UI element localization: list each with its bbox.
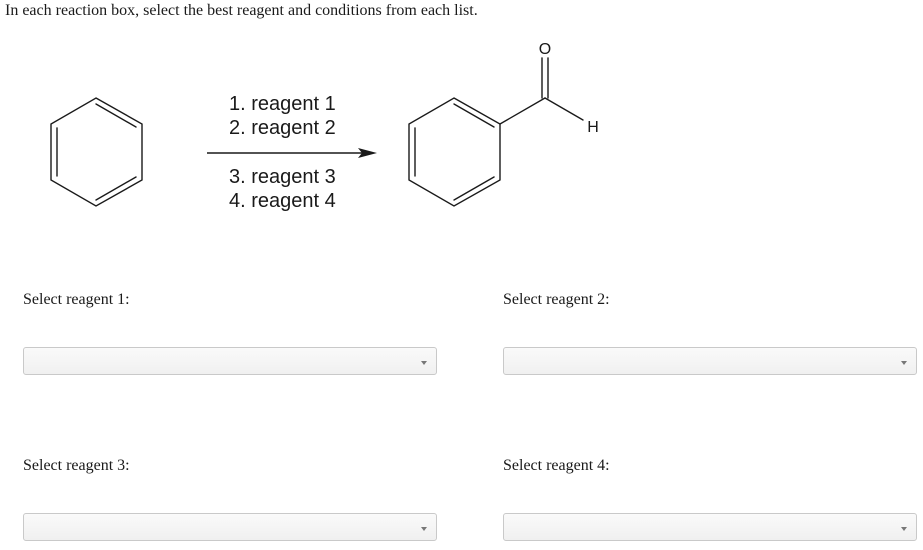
reagent-1-label: Select reagent 1: <box>23 291 130 308</box>
benzaldehyde-structure <box>408 57 584 207</box>
reagent-step-4: 4. reagent 4 <box>229 190 336 212</box>
chevron-down-icon <box>421 361 427 365</box>
benzene-structure <box>50 97 143 207</box>
reagent-2-select[interactable] <box>503 347 917 375</box>
reagent-3-select[interactable] <box>23 513 437 541</box>
reaction-arrow <box>207 148 377 158</box>
reagent-1-select[interactable] <box>23 347 437 375</box>
reagent-3-label: Select reagent 3: <box>23 457 130 474</box>
aldehyde-hydrogen-label: H <box>587 119 599 136</box>
reagent-4-select[interactable] <box>503 513 917 541</box>
chevron-down-icon <box>901 361 907 365</box>
reagent-4-label: Select reagent 4: <box>503 457 610 474</box>
reaction-scheme: 1. reagent 1 2. reagent 2 3. reagent 3 4… <box>50 41 599 212</box>
reagent-step-1: 1. reagent 1 <box>229 93 336 115</box>
carbonyl-oxygen-label: O <box>539 41 551 58</box>
chevron-down-icon <box>421 527 427 531</box>
reagent-2-label: Select reagent 2: <box>503 291 610 308</box>
chevron-down-icon <box>901 527 907 531</box>
reagent-step-3: 3. reagent 3 <box>229 166 336 188</box>
reagent-step-2: 2. reagent 2 <box>229 117 336 139</box>
